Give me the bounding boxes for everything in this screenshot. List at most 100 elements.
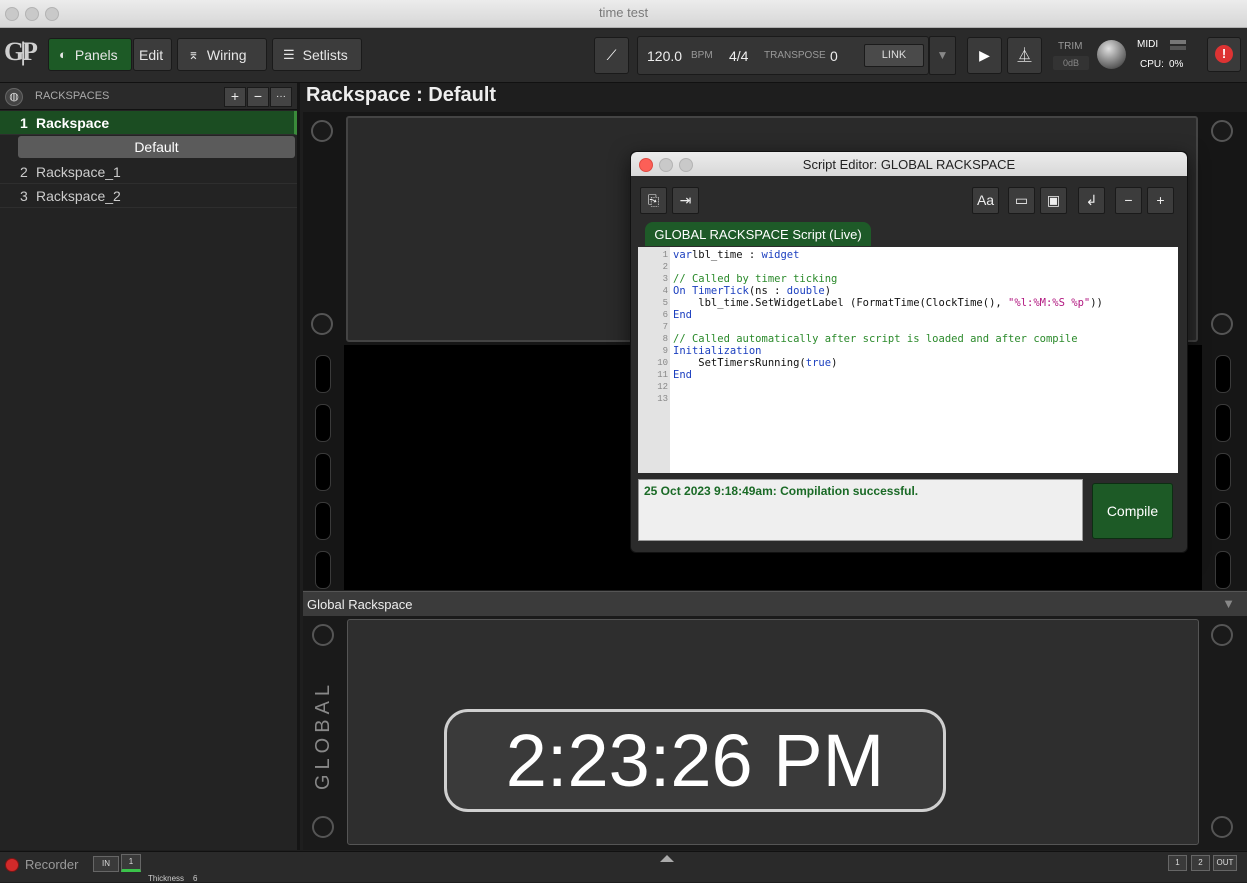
- font-button[interactable]: Aa: [972, 187, 999, 214]
- script-editor-title: Script Editor: GLOBAL RACKSPACE: [802, 157, 1016, 172]
- code-line[interactable]: SetTimersRunning(true): [673, 357, 837, 369]
- line-number: 4: [662, 286, 668, 296]
- global-side-label: GLOBAL: [312, 679, 334, 790]
- export-button[interactable]: ⇥: [672, 187, 699, 214]
- cpu-label: CPU:: [1140, 59, 1164, 70]
- input-tag[interactable]: IN: [93, 856, 119, 872]
- rackspace-number: 1: [20, 115, 28, 131]
- recorder-label: Recorder: [25, 857, 79, 872]
- rackspace-label: Rackspace_2: [36, 188, 121, 204]
- cpu-value: 0%: [1169, 59, 1184, 70]
- edit-label: Edit: [139, 46, 164, 63]
- rack-screw: [312, 816, 334, 838]
- metronome-icon: ⏅: [1017, 47, 1032, 63]
- code-line[interactable]: End: [673, 369, 692, 381]
- rack-slot: [315, 404, 331, 442]
- rack-screw: [1211, 816, 1233, 838]
- thickness-label: Thickness: [148, 874, 185, 883]
- code-line[interactable]: lbl_time.SetWidgetLabel (FormatTime(Cloc…: [673, 297, 1103, 309]
- metronome-button[interactable]: ⏅: [1007, 37, 1042, 74]
- line-number: 13: [657, 394, 668, 404]
- setlists-label: Setlists: [302, 46, 348, 63]
- edit-button[interactable]: Edit: [133, 38, 172, 71]
- panels-button[interactable]: ◐ Panels: [48, 38, 132, 71]
- code-line[interactable]: End: [673, 309, 692, 321]
- transpose-label: TRANSPOSE: [764, 50, 826, 61]
- rackspace-sidebar: ◍ RACKSPACES + − ··· 1 Rackspace Default…: [0, 83, 300, 850]
- volume-knob[interactable]: [1097, 40, 1126, 69]
- panels-label: Panels: [74, 46, 118, 63]
- triangle-down-icon[interactable]: ▼: [1222, 596, 1235, 611]
- sidebar-item-rackspace[interactable]: 1 Rackspace: [0, 111, 297, 135]
- transpose-value[interactable]: 0: [830, 48, 838, 64]
- zoom-in-button[interactable]: +: [1147, 187, 1174, 214]
- code-line[interactable]: varlbl_time : widget: [673, 249, 799, 261]
- time-signature[interactable]: 4/4: [729, 48, 748, 64]
- wiring-button[interactable]: ⌆ Wiring: [177, 38, 267, 71]
- tempo-dropdown-button[interactable]: ▼: [929, 36, 956, 75]
- play-button[interactable]: ▶: [967, 37, 1002, 74]
- zoom-out-button[interactable]: −: [1115, 187, 1142, 214]
- input-channel[interactable]: 1: [121, 854, 141, 872]
- setlists-button[interactable]: ☰ Setlists: [272, 38, 362, 71]
- more-options-button[interactable]: ···: [270, 87, 292, 107]
- clock-label-widget[interactable]: 2:23:26 PM: [444, 709, 946, 812]
- list-icon: ☰: [283, 46, 295, 62]
- wrench-button[interactable]: ⟋: [594, 37, 629, 74]
- link-button[interactable]: LINK: [864, 44, 924, 67]
- remove-rackspace-button[interactable]: −: [247, 87, 269, 107]
- save-button[interactable]: ▣: [1040, 187, 1067, 214]
- midi-label: MIDI: [1137, 39, 1159, 50]
- sidebar-item-rackspace-2[interactable]: 3 Rackspace_2: [0, 184, 297, 208]
- output-channel-2[interactable]: 2: [1191, 855, 1210, 871]
- rack-slot: [1215, 551, 1231, 589]
- line-number: 10: [657, 358, 668, 368]
- trim-value: 0dB: [1053, 56, 1089, 70]
- line-number: 6: [662, 310, 668, 320]
- exclamation-icon: !: [1215, 45, 1233, 63]
- output-channel-1[interactable]: 1: [1168, 855, 1187, 871]
- alert-button[interactable]: !: [1207, 37, 1241, 72]
- bpm-value[interactable]: 120.0: [647, 48, 682, 64]
- bpm-unit: BPM: [691, 50, 713, 61]
- line-number: 12: [657, 382, 668, 392]
- wrench-icon: ⟋: [606, 47, 617, 63]
- global-rackspace-bar[interactable]: Global Rackspace ▼: [303, 591, 1247, 617]
- variation-default[interactable]: Default: [18, 136, 295, 158]
- line-number: 2: [662, 262, 668, 272]
- output-tag[interactable]: OUT: [1213, 855, 1237, 871]
- rack-screw: [1211, 624, 1233, 646]
- code-editor[interactable]: 1 2 3 4 5 6 7 8 9 10 11 12 13 varlbl_tim…: [638, 247, 1178, 473]
- code-line[interactable]: // Called by timer ticking: [673, 273, 837, 285]
- window-title: time test: [598, 5, 649, 20]
- app-logo-icon: G|P: [4, 37, 38, 66]
- compile-button[interactable]: Compile: [1092, 483, 1173, 539]
- rack-slot: [315, 355, 331, 393]
- rack-screw: [311, 313, 333, 335]
- code-line[interactable]: On TimerTick(ns : double): [673, 285, 831, 297]
- line-number: 1: [662, 250, 668, 260]
- code-line[interactable]: Initialization: [673, 345, 762, 357]
- script-editor-titlebar[interactable]: Script Editor: GLOBAL RACKSPACE: [631, 152, 1187, 176]
- play-icon: ▶: [979, 47, 990, 63]
- add-rackspace-button[interactable]: +: [224, 87, 246, 107]
- insert-button[interactable]: ↲: [1078, 187, 1105, 214]
- rackspace-title: Rackspace : Default: [306, 84, 497, 106]
- rackspace-number: 2: [20, 164, 28, 180]
- rack-slot: [315, 453, 331, 491]
- record-icon[interactable]: [5, 858, 19, 872]
- midi-indicator: [1170, 40, 1186, 44]
- sidebar-item-rackspace-1[interactable]: 2 Rackspace_1: [0, 160, 297, 184]
- clipboard-icon: ⎘: [647, 192, 660, 208]
- wiring-icon: ⌆: [188, 46, 199, 62]
- rackspaces-header: ◍ RACKSPACES + − ···: [0, 83, 297, 110]
- script-tab[interactable]: GLOBAL RACKSPACE Script (Live): [645, 222, 871, 246]
- globe-icon[interactable]: ◍: [5, 88, 23, 106]
- code-line[interactable]: // Called automatically after script is …: [673, 333, 1078, 345]
- compile-status-output: 25 Oct 2023 9:18:49am: Compilation succe…: [638, 479, 1083, 541]
- triangle-up-icon[interactable]: [660, 855, 674, 862]
- rack-slot: [315, 551, 331, 589]
- open-button[interactable]: ▭: [1008, 187, 1035, 214]
- import-button[interactable]: ⎘: [640, 187, 667, 214]
- export-icon: ⇥: [679, 192, 692, 208]
